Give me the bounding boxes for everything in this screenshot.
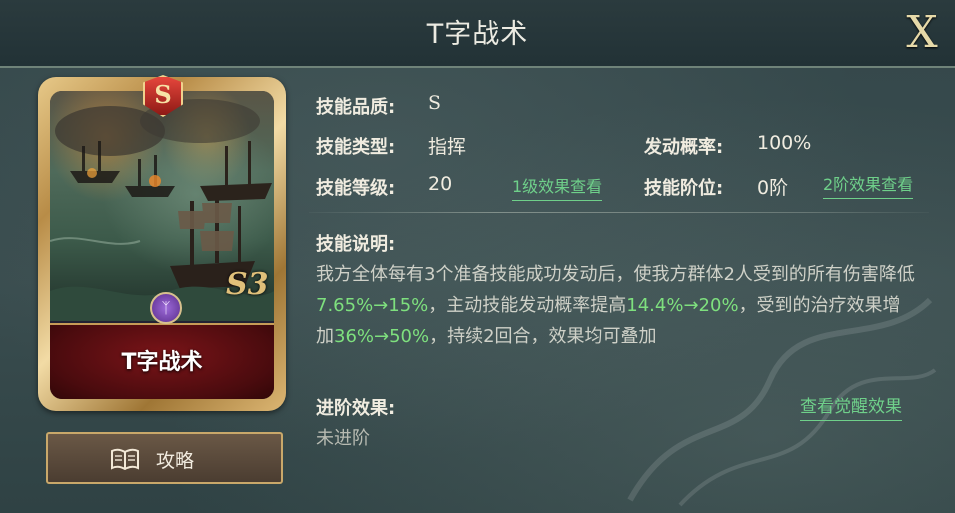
description-text-2: ，主动技能发动概率提高 [428, 295, 627, 316]
quality-value: S [428, 92, 442, 114]
type-value: 指挥 [428, 136, 467, 158]
damage-reduction-value: 7.65%→15% [316, 295, 429, 316]
command-icon: ᛉ [150, 292, 182, 324]
skill-card: S ᛉ S3 T字战术 [38, 75, 286, 411]
stage-value: 0阶 [757, 177, 789, 199]
book-icon [111, 448, 139, 470]
level1-effect-link[interactable]: 1级效果查看 [512, 173, 603, 201]
description-text-4: ，持续2回合，效果均可叠加 [429, 326, 657, 347]
awakening-effect-link[interactable]: 查看觉醒效果 [800, 392, 902, 421]
advance-label: 进阶效果: [316, 398, 396, 419]
advance-value: 未进阶 [316, 428, 370, 449]
skill-description: 我方全体每有3个准备技能成功发动后，使我方群体2人受到的所有伤害降低 7.65%→… [316, 259, 916, 352]
section-divider [309, 212, 929, 213]
level-label: 技能等级: [316, 178, 396, 199]
description-label: 技能说明: [316, 234, 396, 255]
close-button[interactable]: X [898, 10, 946, 56]
description-text-1: 我方全体每有3个准备技能成功发动后，使我方群体2人受到的所有伤害降低 [316, 264, 915, 285]
level-value: 20 [428, 173, 453, 195]
active-rate-value: 14.4%→20% [626, 295, 739, 316]
skill-detail-panel: T字战术 X S ᛉ S3 T字战术 攻略 技能品质: S 技能类型: 指挥 发… [0, 0, 955, 513]
healing-bonus-value: 36%→50% [334, 326, 430, 347]
skill-card-name: T字战术 [121, 350, 203, 375]
quality-label: 技能品质: [316, 97, 396, 118]
type-label: 技能类型: [316, 137, 396, 158]
rate-value: 100% [757, 132, 812, 154]
guide-button-label: 攻略 [156, 450, 195, 472]
guide-button[interactable]: 攻略 [46, 432, 283, 484]
rate-label: 发动概率: [644, 137, 724, 158]
stage-label: 技能阶位: [644, 178, 724, 199]
page-title: T字战术 [426, 19, 529, 50]
title-bar: T字战术 X [0, 0, 955, 68]
stage2-effect-link[interactable]: 2阶效果查看 [823, 171, 914, 199]
season-mark: S3 [226, 267, 269, 302]
